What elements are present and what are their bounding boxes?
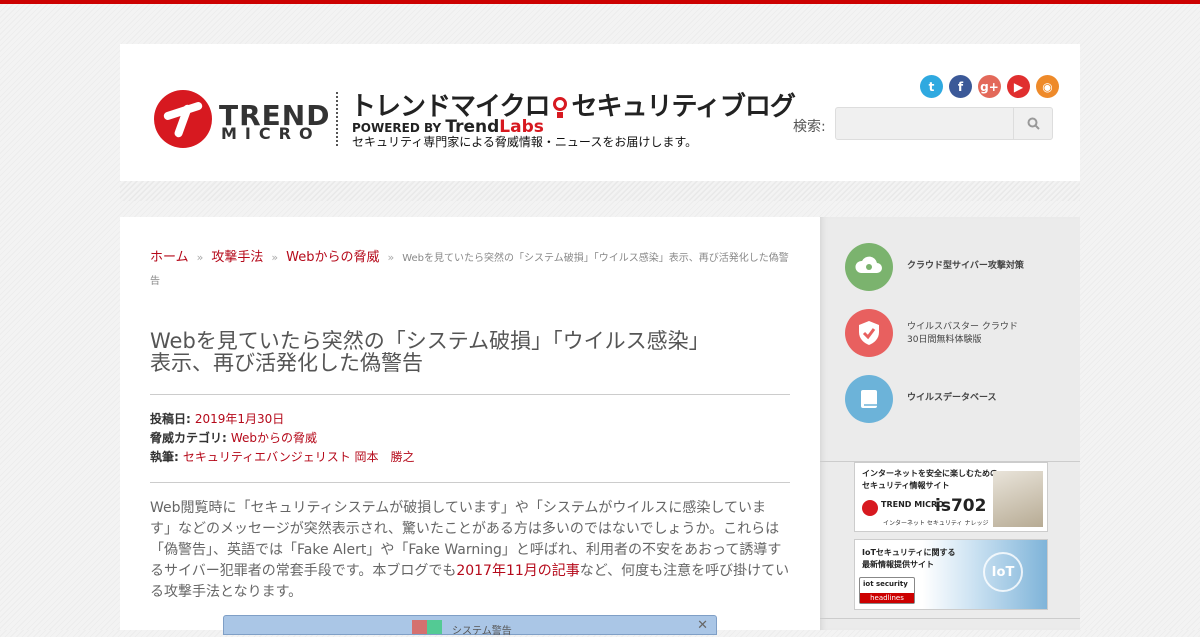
banner-image: [993, 471, 1043, 527]
site-header: TREND MICRO トレンドマイクロ セキュリティブログ POWERED BY…: [120, 44, 1080, 181]
sidebar-item-virus-buster[interactable]: ウイルスバスター クラウド 30日間無料体験版: [845, 309, 1065, 359]
iot-icon: IoT: [983, 552, 1023, 592]
meta-category-link[interactable]: Webからの脅威: [231, 431, 317, 445]
twitter-icon[interactable]: t: [920, 75, 943, 98]
logo-micro-text: MICRO: [221, 124, 321, 143]
shield-check-icon: [845, 309, 893, 357]
search-box: [835, 107, 1053, 140]
divider: [150, 482, 790, 483]
article-screenshot: システム警告 ✕: [223, 615, 717, 637]
social-links: t f g+ ▶ ◉: [920, 75, 1059, 98]
meta-author-link[interactable]: セキュリティエバンジェリスト 岡本 勝之: [183, 450, 415, 464]
banner-iot-security[interactable]: IoTセキュリティに関する 最新情報提供サイト iot security hea…: [854, 539, 1048, 610]
sidebar-item-label: ウイルスデータベース: [907, 393, 997, 403]
banner-brand: is702: [935, 496, 987, 516]
divider: [150, 394, 790, 395]
top-accent-bar: [0, 0, 1200, 4]
article-title: Webを見ていたら突然の「システム破損」「ウイルス感染」 表示、再び活発化した偽…: [150, 330, 790, 374]
youtube-icon[interactable]: ▶: [1007, 75, 1030, 98]
breadcrumb: ホーム» 攻撃手法» Webからの脅威» Webを見ていたら突然の「システム破損」「ウ…: [150, 247, 790, 293]
breadcrumb-attack-methods[interactable]: 攻撃手法: [211, 250, 263, 265]
breadcrumb-separator: »: [271, 251, 279, 264]
sidebar-item-virus-database[interactable]: ウイルスデータベース: [845, 375, 1065, 425]
main-content: ホーム » 攻撃手法 » Webからの脅威 » Webを見ていたら突然の「システム破損」「ウ…: [120, 217, 820, 637]
breadcrumb-home[interactable]: ホーム: [150, 250, 189, 265]
logo-divider: [336, 92, 338, 146]
sidebar: クラウド型サイバー攻撃対策 ウイルスバスター クラウド 30日間無料体験版 ウイル…: [820, 217, 1080, 630]
meta-posted: 投稿日: 2019年1月30日: [150, 412, 285, 426]
article-title-line2: 表示、再び活発化した偽警告: [150, 351, 423, 375]
google-plus-icon[interactable]: g+: [978, 75, 1001, 98]
meta-category: 脅威カテゴリ: Webからの脅威: [150, 431, 317, 445]
search-label: 検索:: [793, 119, 826, 135]
rss-icon[interactable]: ◉: [1036, 75, 1059, 98]
site-tagline: セキュリティ専門家による脅威情報・ニュースをお届けします。: [352, 135, 698, 149]
trend-micro-logo-icon: [862, 500, 878, 516]
sidebar-item-label: クラウド型サイバー攻撃対策: [907, 261, 1024, 271]
facebook-icon[interactable]: f: [949, 75, 972, 98]
iot-security-logo: iot security headlines: [859, 577, 915, 604]
meta-posted-link[interactable]: 2019年1月30日: [195, 412, 284, 426]
blog-title-post: セキュリティブログ: [571, 92, 795, 122]
article-title-line1: Webを見ていたら突然の「システム破損」「ウイルス感染」: [150, 329, 710, 353]
close-icon: ✕: [697, 618, 708, 633]
cloud-radiation-icon: [845, 243, 893, 291]
sidebar-item-cloud-security[interactable]: クラウド型サイバー攻撃対策: [845, 243, 1065, 293]
search-button[interactable]: [1013, 108, 1052, 139]
lightbulb-icon: [552, 97, 568, 118]
header-shadow: [120, 181, 1080, 201]
search-input[interactable]: [836, 108, 1014, 139]
banner-sub: インターネット セキュリティ ナレッジ: [883, 520, 989, 527]
windows-logo-icon: [412, 620, 442, 634]
banner-is702[interactable]: インターネットを安全に楽しむための セキュリティ情報サイト TREND MICR…: [854, 462, 1048, 532]
breadcrumb-separator: »: [387, 251, 395, 264]
article-meta: 投稿日: 2019年1月30日 脅威カテゴリ: Webからの脅威 執筆: セキュリティ…: [150, 410, 415, 467]
meta-author: 執筆: セキュリティエバンジェリスト 岡本 勝之: [150, 450, 415, 464]
trend-micro-logo-icon: [154, 90, 212, 148]
article-body: Web閲覧時に「セキュリティシステムが破損しています」や「システムがウイルスに感…: [150, 500, 790, 600]
sidebar-item-label: ウイルスバスター クラウド 30日間無料体験版: [907, 322, 1018, 345]
book-icon: [845, 375, 893, 423]
sidebar-divider: [820, 618, 1080, 619]
article-link-2017-11[interactable]: 2017年11月の記事: [456, 563, 579, 579]
search-icon: [1027, 117, 1040, 130]
breadcrumb-separator: »: [196, 251, 204, 264]
breadcrumb-web-threats[interactable]: Webからの脅威: [286, 250, 379, 265]
